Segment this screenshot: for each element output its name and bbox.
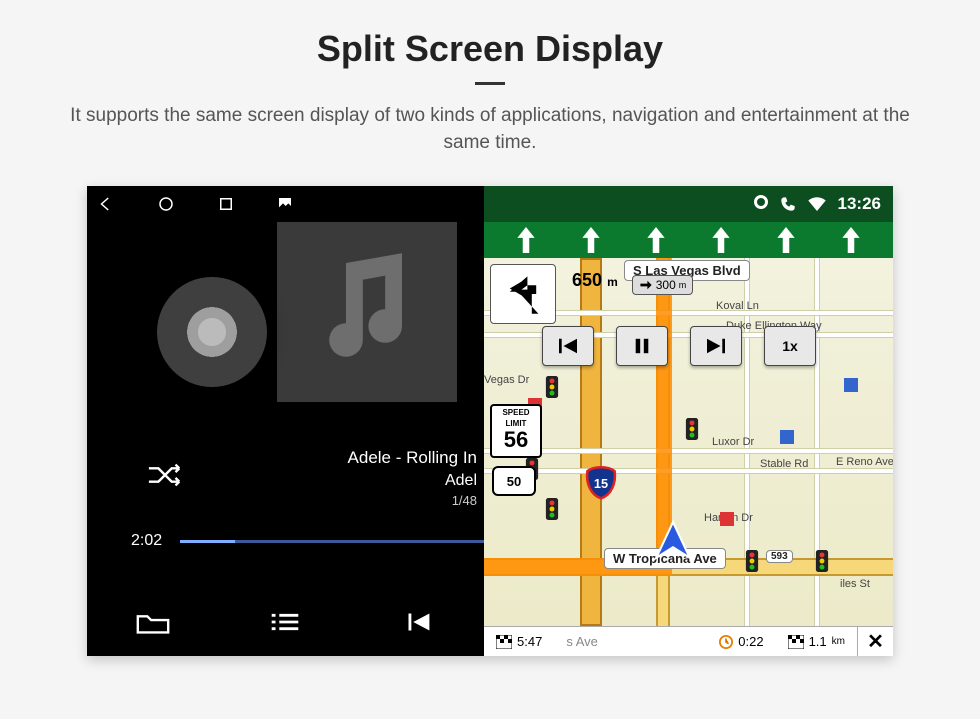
flag-icon [496,635,512,649]
prev-waypoint-button[interactable] [542,326,594,366]
wifi-icon [808,197,826,211]
nav-footer: 5:47 s Ave 0:22 1.1 km ✕ [484,626,893,656]
track-title: Adele - Rolling In [217,447,477,470]
lane-arrow-icon [710,227,732,253]
street-label: E Reno Ave [836,456,893,468]
speed-limit-value: 56 [492,428,540,452]
remaining-value: 1.1 [809,634,827,649]
next-distance-unit: m [679,280,687,290]
drive-time: 0:22 [707,634,775,649]
album-art-placeholder [277,222,457,402]
media-app: Adele - Rolling In Adel 1/48 2:02 [87,186,484,656]
media-body: Adele - Rolling In Adel 1/48 2:02 [87,222,484,592]
exit-label: 593 [766,550,793,563]
turn-instruction [490,264,556,324]
street-label: iles St [840,578,870,590]
route-highlight [656,258,672,558]
track-artist: Adel [217,470,477,492]
playback-controls: 1x [542,326,816,366]
page-subtitle: It supports the same screen display of t… [50,103,930,156]
home-icon[interactable] [157,195,175,213]
pause-button[interactable] [616,326,668,366]
traffic-light-icon [544,376,560,398]
speed-limit-label: SPEED [492,406,540,417]
music-note-icon [297,242,437,382]
eta: 5:47 [484,634,554,649]
playlist-button[interactable] [266,607,304,642]
close-button[interactable]: ✕ [857,627,893,656]
lane-arrow-icon [775,227,797,253]
next-distance-value: 300 [656,278,676,292]
progress-bar[interactable] [180,540,484,543]
interstate-shield-icon: 15 [584,466,618,500]
current-position-icon [652,520,694,562]
traffic-light-icon [544,498,560,520]
android-navbar [87,186,484,222]
svg-text:15: 15 [594,476,608,491]
android-statusbar: 13:26 [484,186,893,222]
shuffle-button[interactable] [147,460,185,495]
progress-row: 2:02 [131,532,484,550]
clock-icon [719,635,733,649]
next-waypoint-button[interactable] [690,326,742,366]
lane-arrow-icon [515,227,537,253]
road [484,468,893,474]
distance-value: 650 [572,270,602,290]
disc-icon [157,277,267,387]
lane-guidance-bar [484,222,893,258]
recents-icon[interactable] [217,195,235,213]
speed-toggle-button[interactable]: 1x [764,326,816,366]
street-label: Vegas Dr [484,374,529,386]
traffic-light-icon [814,550,830,572]
lane-arrow-icon [840,227,862,253]
eta-value: 5:47 [517,634,542,649]
turn-distance: 650 m 300m [562,266,693,295]
remaining-distance: 1.1 km [776,634,857,649]
route-shield: 50 [492,466,536,496]
elapsed-time: 2:02 [131,532,162,550]
speed-limit-sign: SPEED LIMIT 56 [490,404,542,458]
traffic-light-icon [684,418,700,440]
lane-arrow-icon [580,227,602,253]
traffic-light-icon [744,550,760,572]
page-title: Split Screen Display [317,28,663,70]
media-bottom-bar [87,592,484,656]
poi-icon [720,512,734,526]
distance-unit: m [607,275,618,289]
phone-icon [780,196,796,212]
location-icon [754,195,768,213]
remaining-unit: km [832,636,845,647]
poi-icon [844,378,858,392]
flag-icon [788,635,804,649]
road [484,448,893,454]
drive-time-value: 0:22 [738,634,763,649]
device-frame: Adele - Rolling In Adel 1/48 2:02 [87,186,893,656]
street-label: Luxor Dr [712,436,754,448]
title-underline [475,82,505,85]
street-label: Koval Ln [716,300,759,312]
track-index: 1/48 [217,492,477,510]
footer-street: s Ave [554,634,707,649]
next-turn: 300m [632,275,694,295]
street-label: Stable Rd [760,458,808,470]
folder-button[interactable] [134,607,172,642]
navigation-app: 13:26 [484,186,893,656]
clock: 13:26 [838,194,881,214]
lane-arrow-icon [645,227,667,253]
image-icon[interactable] [277,196,293,212]
previous-button[interactable] [399,607,437,642]
poi-icon [780,430,794,444]
track-info: Adele - Rolling In Adel 1/48 [217,447,477,509]
back-icon[interactable] [97,195,115,213]
